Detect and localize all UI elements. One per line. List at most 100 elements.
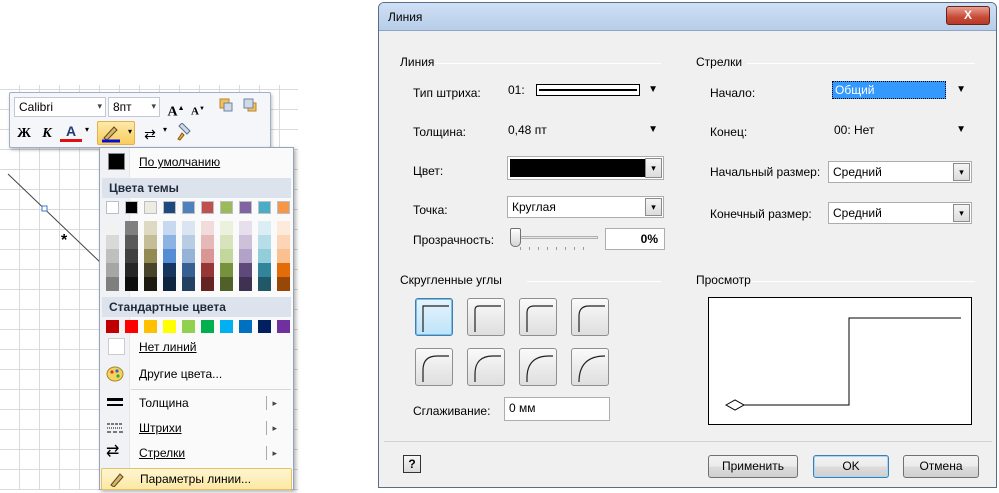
theme-tint-swatch[interactable] (106, 235, 119, 249)
theme-tint-swatch[interactable] (163, 263, 176, 277)
theme-tint-swatch[interactable] (201, 235, 214, 249)
menu-item-line-options[interactable]: Параметры линии... (101, 468, 292, 490)
standard-color-swatch[interactable] (125, 320, 138, 333)
theme-color-swatch[interactable] (201, 201, 214, 214)
menu-item-weight[interactable]: Толщина ▸ (100, 391, 293, 415)
font-size-combo[interactable]: 8пт ▾ (108, 97, 160, 117)
theme-tint-swatch[interactable] (258, 263, 271, 277)
standard-color-swatch[interactable] (163, 320, 176, 333)
end-size-combo[interactable]: Средний ▾ (828, 202, 972, 224)
theme-tint-swatch[interactable] (220, 235, 233, 249)
corner-style-button[interactable] (519, 298, 557, 336)
corner-style-button[interactable] (467, 298, 505, 336)
corner-style-button[interactable] (571, 298, 609, 336)
dash-type-combo[interactable]: 01: ▼ (504, 80, 664, 102)
italic-button[interactable]: К (36, 123, 58, 145)
chevron-down-icon[interactable]: ▾ (85, 125, 89, 134)
format-painter-icon[interactable] (173, 122, 195, 145)
theme-tint-swatch[interactable] (220, 221, 233, 235)
theme-tint-swatch[interactable] (277, 221, 290, 235)
theme-color-swatch[interactable] (106, 201, 119, 214)
theme-tint-swatch[interactable] (182, 277, 195, 291)
menu-item-no-line[interactable]: Нет линий (100, 335, 293, 359)
theme-tint-swatch[interactable] (125, 277, 138, 291)
ok-button[interactable]: OK (813, 455, 889, 478)
theme-tint-swatch[interactable] (258, 277, 271, 291)
theme-tint-swatch[interactable] (125, 221, 138, 235)
theme-tint-swatch[interactable] (220, 249, 233, 263)
theme-tint-swatch[interactable] (125, 235, 138, 249)
begin-combo[interactable]: Общий ▼ (830, 80, 972, 102)
connector-line[interactable] (0, 160, 110, 270)
theme-tint-swatch[interactable] (182, 263, 195, 277)
standard-color-swatch[interactable] (277, 320, 290, 333)
theme-tint-swatch[interactable] (258, 221, 271, 235)
theme-color-swatch[interactable] (239, 201, 252, 214)
theme-tint-swatch[interactable] (220, 263, 233, 277)
theme-tint-swatch[interactable] (201, 277, 214, 291)
theme-color-swatch[interactable] (163, 201, 176, 214)
standard-color-swatch[interactable] (201, 320, 214, 333)
theme-tint-swatch[interactable] (182, 235, 195, 249)
theme-color-swatch[interactable] (125, 201, 138, 214)
theme-tint-swatch[interactable] (201, 263, 214, 277)
theme-tint-swatch[interactable] (239, 221, 252, 235)
theme-tint-swatch[interactable] (106, 249, 119, 263)
theme-tint-swatch[interactable] (239, 249, 252, 263)
cap-combo[interactable]: Круглая ▾ (507, 196, 664, 218)
corner-style-button[interactable] (571, 348, 609, 386)
standard-color-swatch[interactable] (258, 320, 271, 333)
theme-tint-swatch[interactable] (258, 235, 271, 249)
theme-tint-swatch[interactable] (277, 249, 290, 263)
weight-combo[interactable]: 0,48 пт ▼ (504, 120, 664, 142)
standard-color-swatch[interactable] (106, 320, 119, 333)
theme-tint-swatch[interactable] (182, 221, 195, 235)
font-name-combo[interactable]: Calibri ▾ (14, 97, 106, 117)
theme-tint-swatch[interactable] (277, 263, 290, 277)
menu-item-default[interactable]: По умолчанию (100, 150, 293, 174)
theme-tint-swatch[interactable] (163, 221, 176, 235)
theme-color-swatch[interactable] (144, 201, 157, 214)
theme-tint-swatch[interactable] (182, 249, 195, 263)
theme-tint-swatch[interactable] (239, 277, 252, 291)
menu-item-more-colors[interactable]: Другие цвета... (100, 362, 293, 386)
standard-color-swatch[interactable] (239, 320, 252, 333)
font-color-button[interactable]: A (60, 122, 82, 142)
line-color-button[interactable]: ▾ (97, 121, 135, 145)
arrows-icon[interactable]: ⇄ (139, 123, 161, 145)
theme-tint-swatch[interactable] (277, 235, 290, 249)
color-combo[interactable]: ▾ (507, 156, 664, 180)
smoothing-input[interactable]: 0 мм (504, 397, 610, 421)
line-handle[interactable] (41, 205, 48, 212)
theme-tint-swatch[interactable] (163, 235, 176, 249)
theme-tint-swatch[interactable] (106, 221, 119, 235)
theme-tint-swatch[interactable] (125, 249, 138, 263)
send-backward-icon[interactable] (239, 97, 261, 119)
increase-font-icon[interactable]: A▲ (165, 97, 187, 120)
end-combo[interactable]: 00: Нет ▼ (830, 120, 972, 142)
standard-color-swatch[interactable] (220, 320, 233, 333)
theme-tint-swatch[interactable] (277, 277, 290, 291)
chevron-down-icon[interactable]: ▾ (163, 125, 167, 134)
theme-tint-swatch[interactable] (201, 221, 214, 235)
theme-tint-swatch[interactable] (239, 235, 252, 249)
theme-tint-swatch[interactable] (106, 277, 119, 291)
menu-item-arrows[interactable]: ⇄ Стрелки ▸ (100, 441, 293, 465)
theme-tint-swatch[interactable] (144, 249, 157, 263)
transparency-slider-thumb[interactable] (510, 228, 521, 247)
theme-color-swatch[interactable] (277, 201, 290, 214)
cancel-button[interactable]: Отмена (903, 455, 979, 478)
theme-tint-swatch[interactable] (220, 277, 233, 291)
help-button[interactable]: ? (403, 455, 421, 473)
standard-color-swatch[interactable] (144, 320, 157, 333)
standard-color-swatch[interactable] (182, 320, 195, 333)
theme-tint-swatch[interactable] (144, 221, 157, 235)
theme-tint-swatch[interactable] (144, 263, 157, 277)
theme-tint-swatch[interactable] (163, 249, 176, 263)
transparency-input[interactable]: 0% (605, 228, 665, 250)
corner-style-button[interactable] (415, 298, 453, 336)
corner-style-button[interactable] (519, 348, 557, 386)
menu-item-dashes[interactable]: Штрихи ▸ (100, 416, 293, 440)
bring-forward-icon[interactable] (215, 97, 237, 119)
close-button[interactable]: X (946, 6, 990, 25)
